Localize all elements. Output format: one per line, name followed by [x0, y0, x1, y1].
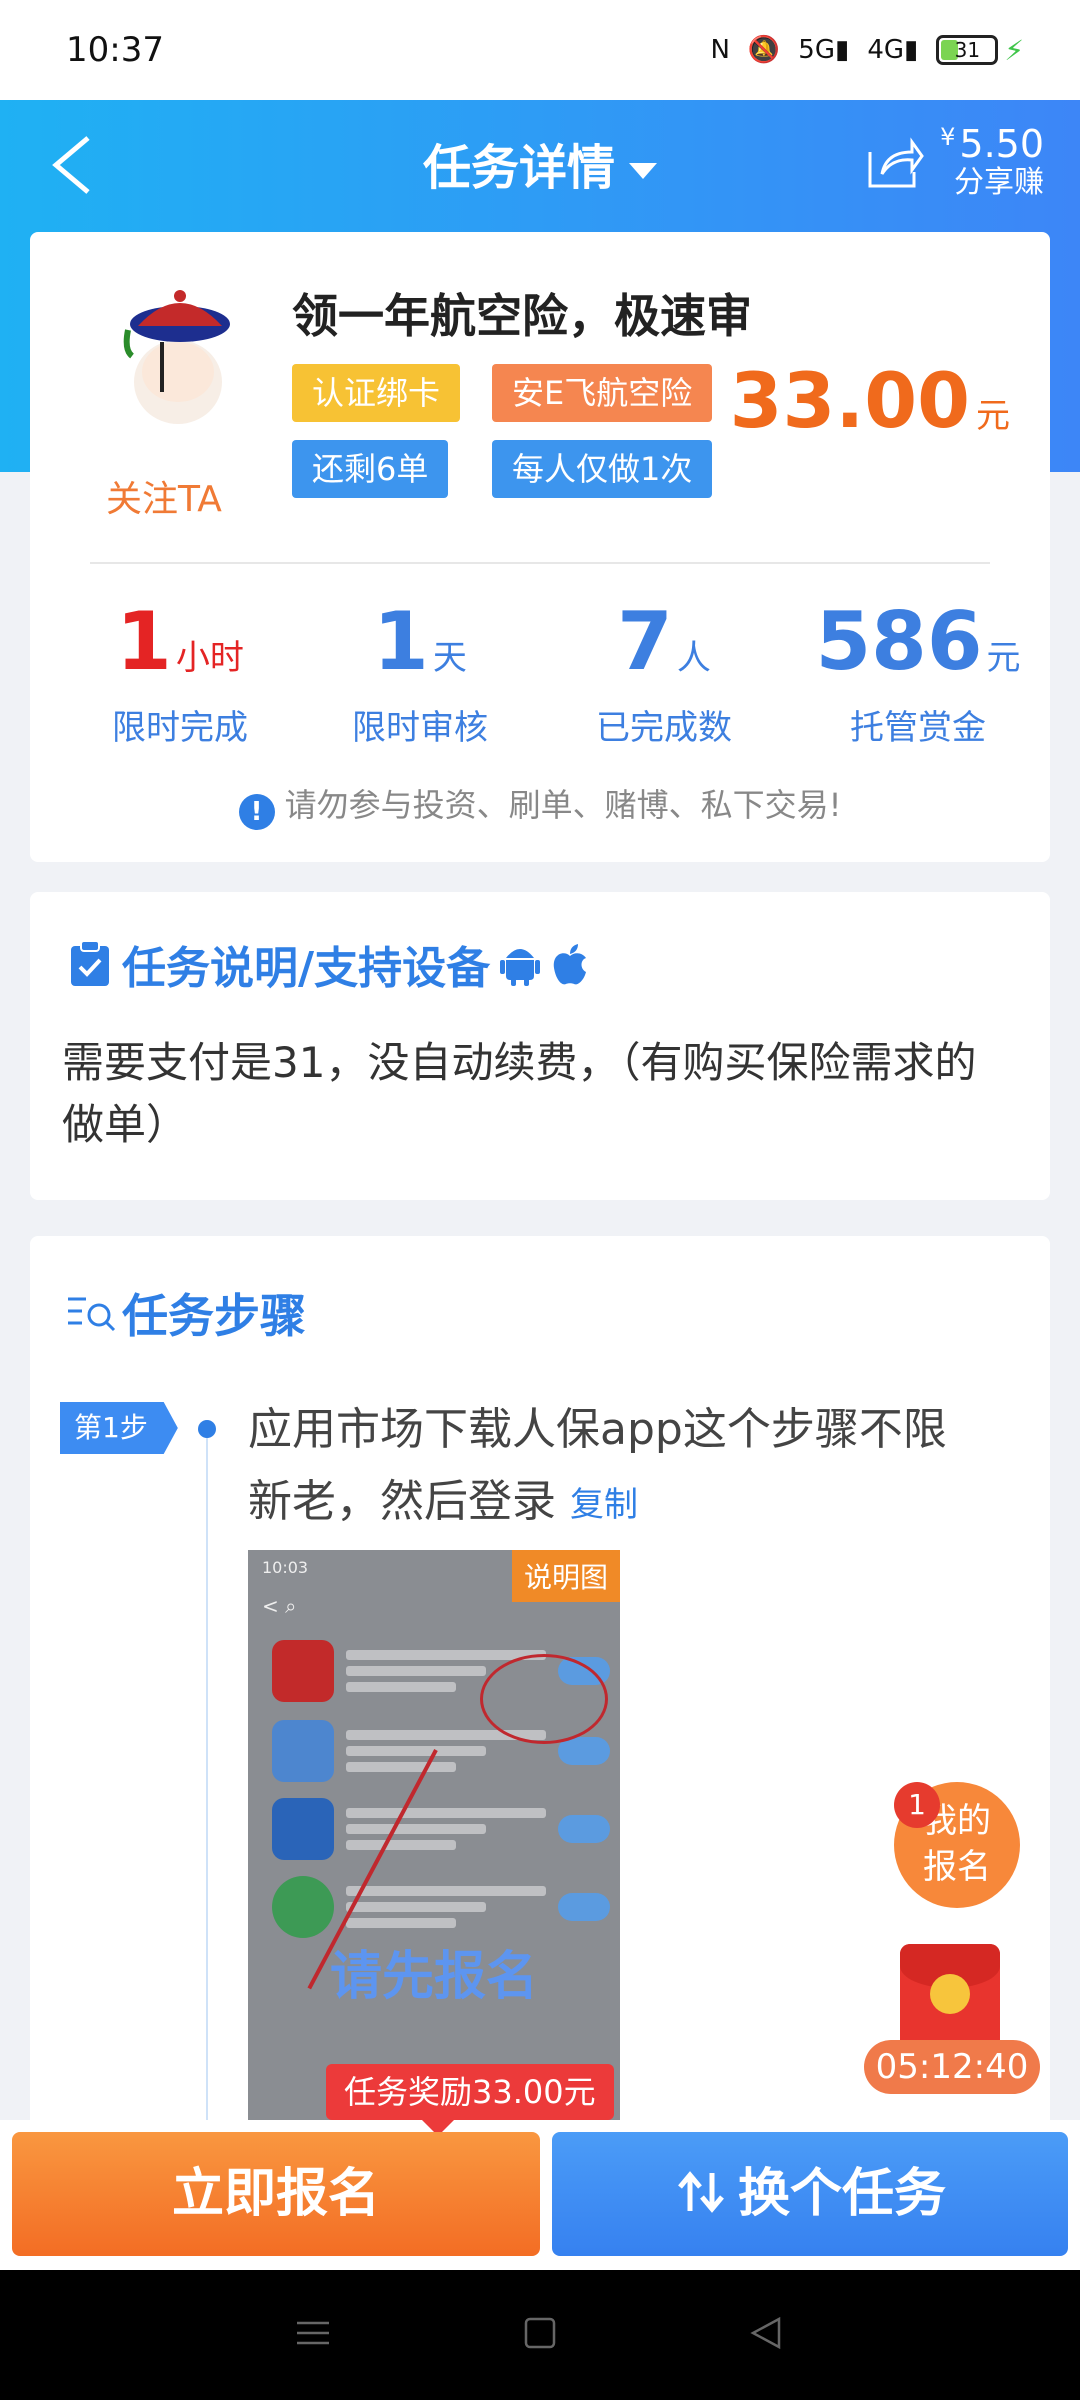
share-amount: 5.50 [959, 122, 1044, 166]
status-bar: 10:37 N 🔕 5G▮ 4G▮ 31 ⚡ [0, 0, 1080, 100]
steps-title: 任务步骤 [122, 1289, 306, 1343]
share-currency: ¥ [940, 123, 956, 151]
share-label: 分享赚 [954, 164, 1044, 200]
signup-count-badge: 1 [894, 1782, 940, 1828]
illustration-highlight [480, 1654, 608, 1744]
stat-completed: 7人 已完成数 [544, 602, 784, 749]
menu-icon[interactable] [293, 2313, 333, 2357]
description-title: 任务说明/支持设备 [122, 943, 491, 994]
page-title-text: 任务详情 [422, 140, 615, 196]
red-packet-button[interactable] [900, 1944, 1000, 2054]
task-title: 领一年航空险，极速审 [292, 289, 752, 343]
stat-unit: 人 [676, 638, 711, 678]
signup-first-overlay: 请先报名 [329, 1947, 538, 2007]
info-icon: ! [238, 794, 275, 830]
stat-value: 1 [373, 595, 429, 688]
illustration-statusbar: 10:03 [262, 1558, 309, 1577]
task-info-card: 关注TA 领一年航空险，极速审 认证绑卡 安E飞航空险 还剩6单 每人仅做1次 … [30, 232, 1050, 862]
nfc-icon: N [710, 35, 730, 65]
red-packet-seal [930, 1974, 970, 2014]
tag-verify-card: 认证绑卡 [292, 364, 461, 422]
tag-remaining: 还剩6单 [292, 440, 449, 498]
android-icon [500, 949, 541, 986]
home-icon[interactable] [520, 2313, 560, 2357]
my-signup-button[interactable]: 1 我的报名 [894, 1782, 1020, 1908]
illustration-app-row [272, 1796, 610, 1862]
status-time: 10:37 [66, 30, 164, 70]
switch-task-button[interactable]: 换个任务 [552, 2132, 1068, 2256]
signal-4g-icon: 4G▮ [867, 35, 919, 65]
steps-heading: 任务步骤 [66, 1280, 306, 1346]
system-navigation-bar [0, 2270, 1080, 2400]
mute-icon: 🔕 [747, 35, 781, 65]
back-nav-icon[interactable] [747, 2313, 787, 2357]
switch-task-label: 换个任务 [737, 2164, 946, 2224]
stat-label: 托管赏金 [850, 708, 986, 748]
clipboard-check-icon [71, 940, 109, 986]
signup-now-button[interactable]: 立即报名 [12, 2132, 540, 2256]
illustration-label: 说明图 [511, 1550, 620, 1602]
reward-amount: 33.00 [729, 356, 970, 445]
task-description-card: 任务说明/支持设备 需要支付是31，没自动续费，（有购买保险需求的做单） [30, 892, 1050, 1200]
step-timeline [206, 1432, 208, 2236]
stat-unit: 天 [432, 638, 467, 678]
description-heading: 任务说明/支持设备 [68, 932, 590, 996]
follow-button[interactable]: 关注TA [106, 470, 222, 522]
signal-5g-icon: 5G▮ [798, 35, 850, 65]
battery-level: 31 [954, 38, 981, 62]
divider [90, 562, 990, 564]
illustration-app-row [272, 1874, 610, 1940]
warning-notice: ! 请勿参与投资、刷单、赌博、私下交易! [30, 780, 1050, 830]
reward-tooltip: 任务奖励33.00元 [326, 2064, 614, 2136]
stat-review-limit: 1天 限时审核 [300, 602, 540, 749]
copy-button[interactable]: 复制 [570, 1485, 638, 1525]
stat-escrow: 586 元 托管赏金 [788, 602, 1048, 749]
reward-unit: 元 [976, 396, 1010, 436]
task-reward: 33.00 元 [730, 356, 1010, 445]
battery-icon: 31 ⚡ [936, 34, 1024, 67]
charging-icon: ⚡ [1004, 33, 1024, 67]
share-button[interactable]: ¥5.50 分享赚 [862, 122, 1044, 200]
stat-value: 586 [815, 595, 983, 688]
step-dot [198, 1420, 216, 1438]
stat-unit: 元 [986, 638, 1021, 678]
share-icon [868, 137, 924, 188]
stat-label: 限时审核 [352, 708, 488, 748]
step-badge: 第1步 [60, 1402, 178, 1454]
stat-unit: 小时 [175, 638, 244, 678]
stat-label: 限时完成 [112, 708, 248, 748]
swap-arrows-icon [678, 2171, 724, 2213]
tag-insurance: 安E飞航空险 [492, 364, 713, 422]
stat-value: 7 [617, 595, 673, 688]
stat-label: 已完成数 [596, 708, 732, 748]
nav-bar: 任务详情 ¥5.50 分享赚 [0, 100, 1080, 230]
description-text: 需要支付是31，没自动续费，（有购买保险需求的做单） [62, 1038, 977, 1149]
tag-limit: 每人仅做1次 [492, 440, 713, 498]
stat-value: 1 [116, 595, 172, 688]
search-list-icon [68, 1297, 116, 1332]
caret-down-icon [629, 163, 657, 179]
apple-icon [553, 944, 587, 985]
warning-text: 请勿参与投资、刷单、赌博、私下交易! [284, 786, 842, 824]
illustration-search: < ⌕ [262, 1594, 297, 1618]
publisher-avatar[interactable] [100, 282, 250, 432]
status-icons: N 🔕 5G▮ 4G▮ 31 ⚡ [710, 34, 1024, 67]
stat-time-limit: 1 小时 限时完成 [60, 602, 300, 749]
step-text: 应用市场下载人保app这个步骤不限新老，然后登录 复制 [248, 1394, 990, 1541]
countdown-timer: 05:12:40 [864, 2040, 1040, 2094]
